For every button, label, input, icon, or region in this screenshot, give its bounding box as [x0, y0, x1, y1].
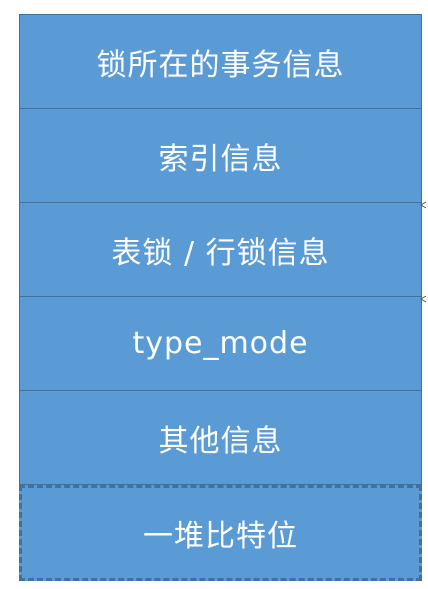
lock-structure-stack: 锁所在的事务信息 索引信息 表锁 / 行锁信息 type_mode 其他信息 一… — [19, 14, 422, 581]
diagram-canvas: 锁所在的事务信息 索引信息 表锁 / 行锁信息 type_mode 其他信息 一… — [0, 0, 428, 589]
block-label: 表锁 / 行锁信息 — [111, 235, 330, 271]
block-type-mode: type_mode — [19, 297, 422, 391]
arrow-tip-icon — [419, 295, 427, 303]
block-table-row-lock-info: 表锁 / 行锁信息 — [19, 203, 422, 297]
block-label: 一堆比特位 — [143, 519, 298, 554]
arrow-tip-icon — [419, 201, 427, 209]
block-label: 锁所在的事务信息 — [96, 47, 345, 83]
block-bitmap: 一堆比特位 — [19, 485, 422, 581]
block-label: 索引信息 — [158, 141, 283, 177]
block-label: type_mode — [132, 326, 309, 361]
block-other-info: 其他信息 — [19, 391, 422, 485]
block-transaction-info: 锁所在的事务信息 — [19, 14, 422, 109]
block-label: 其他信息 — [158, 423, 283, 459]
block-index-info: 索引信息 — [19, 109, 422, 203]
